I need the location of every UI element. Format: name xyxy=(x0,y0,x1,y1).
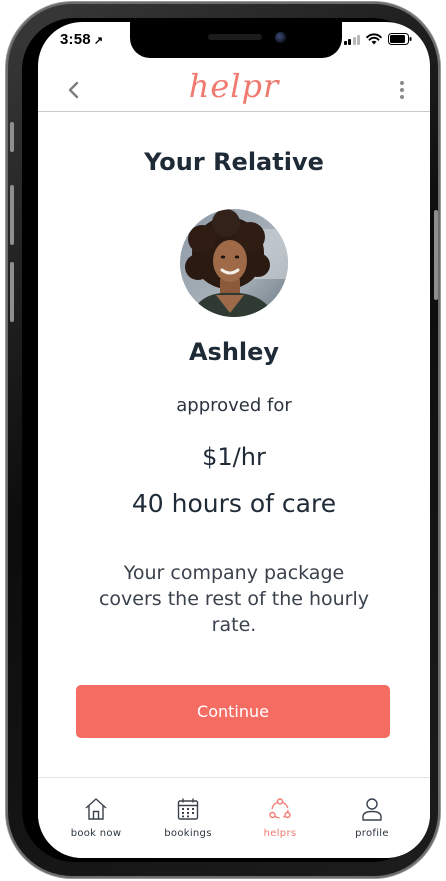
helpr-logo: helpr xyxy=(188,67,280,105)
status-time: 3:58 ↗ xyxy=(60,31,103,48)
package-description: Your company package covers the rest of … xyxy=(98,562,370,636)
home-icon xyxy=(85,798,107,820)
volume-up-button xyxy=(10,185,14,245)
notch-speaker xyxy=(208,34,262,40)
notch xyxy=(130,22,342,58)
mute-switch xyxy=(10,122,14,152)
page-title: Your Relative xyxy=(144,148,324,176)
calendar-icon xyxy=(177,798,199,820)
tab-bookings[interactable]: bookings xyxy=(146,796,230,858)
tab-label: helprs xyxy=(263,828,297,839)
tab-helprs[interactable]: helprs xyxy=(238,796,322,858)
user-icon xyxy=(362,798,382,821)
cellular-signal-icon xyxy=(343,34,360,45)
more-vertical-icon xyxy=(400,81,404,99)
camera-icon xyxy=(275,32,286,43)
battery-icon xyxy=(388,33,412,45)
relative-name: Ashley xyxy=(188,338,280,366)
approved-hours: 40 hours of care xyxy=(131,489,337,518)
status-time-text: 3:58 xyxy=(60,31,91,48)
tab-label: bookings xyxy=(164,828,212,839)
tab-label: book now xyxy=(70,828,122,839)
helprs-network-icon xyxy=(269,798,291,819)
app-screen: 3:58 ↗ helpr Your Relative Ashley approv… xyxy=(38,22,430,858)
bottom-tab-bar: book now bookings helprs profile xyxy=(38,777,430,858)
tab-profile[interactable]: profile xyxy=(330,796,414,858)
more-options-button[interactable] xyxy=(396,78,408,102)
wifi-icon xyxy=(366,33,382,45)
avatar xyxy=(180,209,288,317)
avatar-photo xyxy=(180,209,288,317)
volume-down-button xyxy=(10,262,14,322)
app-header: helpr xyxy=(38,66,430,112)
back-button[interactable] xyxy=(62,78,86,102)
approved-for-text: approved for xyxy=(176,395,292,416)
approved-rate: $1/hr xyxy=(202,443,266,471)
tab-label: profile xyxy=(355,828,389,839)
location-arrow-icon: ↗ xyxy=(93,35,104,47)
status-icons xyxy=(343,33,413,45)
tab-book-now[interactable]: book now xyxy=(54,796,138,858)
continue-button[interactable]: Continue xyxy=(76,685,390,738)
chevron-left-icon xyxy=(68,81,79,99)
power-button xyxy=(434,210,438,300)
